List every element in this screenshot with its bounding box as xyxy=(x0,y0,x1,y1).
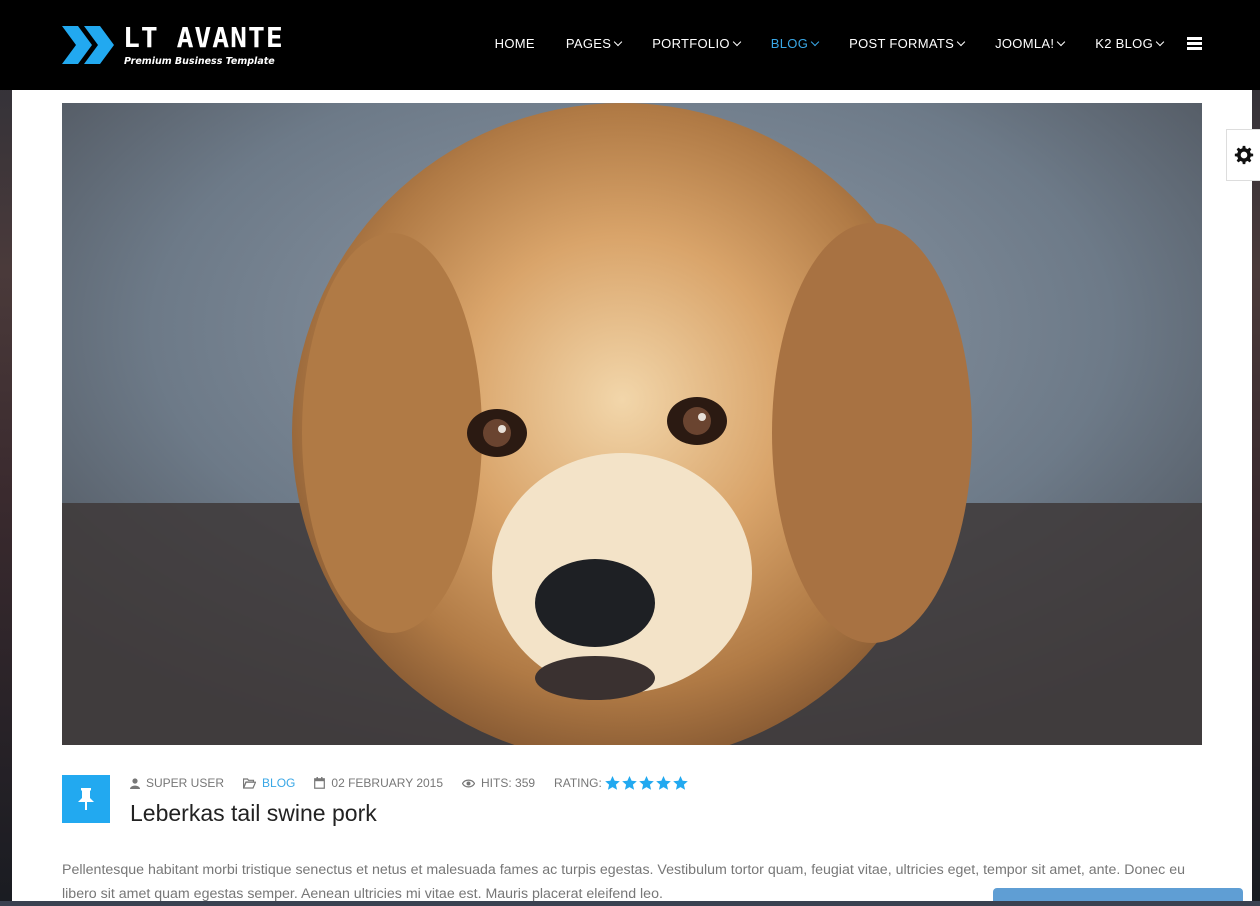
nav-label: K2 BLOG xyxy=(1095,36,1153,51)
chevron-down-icon xyxy=(1155,37,1165,46)
user-icon xyxy=(130,777,140,789)
nav-label: PORTFOLIO xyxy=(652,36,730,51)
calendar-icon xyxy=(314,777,326,789)
chevron-down-icon xyxy=(810,37,820,46)
meta-hits: HITS: 359 xyxy=(462,776,535,790)
nav-label: JOOMLA! xyxy=(995,36,1055,51)
author-name[interactable]: SUPER USER xyxy=(146,776,224,790)
nav-item-k2-blog[interactable]: K2 BLOG xyxy=(1095,36,1165,51)
style-switcher-toggle[interactable] xyxy=(1226,129,1260,181)
chevron-down-icon xyxy=(613,37,623,46)
bottom-notice-tab[interactable] xyxy=(993,888,1243,901)
pushpin-icon xyxy=(78,788,94,810)
post-meta: SUPER USER BLOG 02 FEBRUARY 2015 HITS: 3… xyxy=(130,776,709,790)
post-date: 02 FEBRUARY 2015 xyxy=(331,776,444,790)
folder-open-icon xyxy=(243,777,257,789)
chevron-down-icon xyxy=(732,37,742,46)
dog-photo-illustration xyxy=(62,103,1202,745)
star-icon[interactable] xyxy=(656,776,671,790)
nav-label: POST FORMATS xyxy=(849,36,955,51)
nav-item-post-formats[interactable]: POST FORMATS xyxy=(849,36,966,51)
nav-item-blog[interactable]: BLOG xyxy=(770,36,820,51)
hamburger-icon[interactable] xyxy=(1187,37,1202,50)
rating-stars[interactable] xyxy=(605,776,690,790)
nav-item-portfolio[interactable]: PORTFOLIO xyxy=(652,36,742,51)
post-title[interactable]: Leberkas tail swine pork xyxy=(130,800,377,827)
nav-label: BLOG xyxy=(770,36,809,51)
gear-icon xyxy=(1234,145,1253,165)
brand-subtitle: Premium Business Template xyxy=(124,56,275,67)
meta-category: BLOG xyxy=(243,776,295,790)
brand-title: LT AVANTE xyxy=(123,21,284,54)
rating-label: RATING: xyxy=(554,776,602,790)
nav-item-joomla[interactable]: JOOMLA! xyxy=(995,36,1066,51)
star-icon[interactable] xyxy=(622,776,637,790)
star-icon[interactable] xyxy=(639,776,654,790)
hits-count: HITS: 359 xyxy=(481,776,536,790)
eye-icon xyxy=(462,779,476,787)
nav-item-home[interactable]: HOME xyxy=(495,36,535,51)
meta-rating: RATING: xyxy=(554,776,690,790)
page-background-left xyxy=(0,0,12,901)
category-link[interactable]: BLOG xyxy=(262,776,295,790)
post-format-badge xyxy=(62,775,110,823)
star-icon[interactable] xyxy=(605,776,620,790)
nav-label: PAGES xyxy=(565,36,612,51)
chevron-down-icon xyxy=(1057,37,1066,46)
star-icon[interactable] xyxy=(673,776,688,790)
nav-label: HOME xyxy=(494,36,535,51)
main-nav: HOME PAGES PORTFOLIO BLOG POST FORMATS J… xyxy=(464,36,1202,51)
meta-author: SUPER USER xyxy=(130,776,224,790)
chevron-down-icon xyxy=(956,37,966,46)
chevrons-logo-icon xyxy=(62,26,114,64)
meta-date: 02 FEBRUARY 2015 xyxy=(314,776,443,790)
site-header: LT AVANTE Premium Business Template HOME… xyxy=(0,0,1260,90)
main-content: SUPER USER BLOG 02 FEBRUARY 2015 HITS: 3… xyxy=(12,90,1252,902)
post-featured-image xyxy=(62,103,1202,745)
nav-item-pages[interactable]: PAGES xyxy=(565,36,623,51)
